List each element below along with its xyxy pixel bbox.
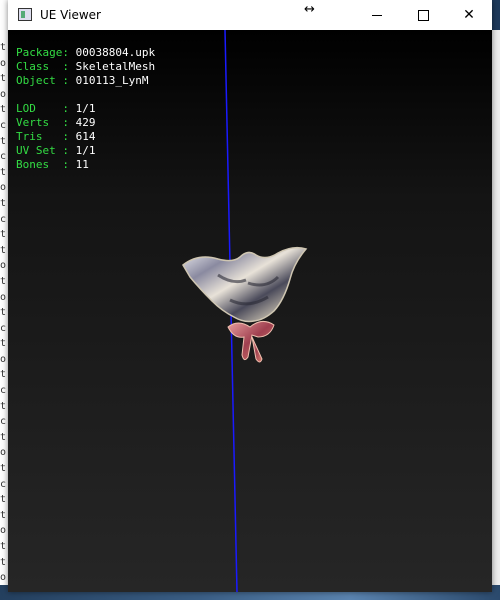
minimize-button[interactable] <box>354 0 400 30</box>
info-row-info_top-2: Object : 010113_LynM <box>16 74 155 88</box>
maximize-icon <box>417 9 429 21</box>
info-label: Class : <box>16 60 76 73</box>
info-row-info_top-1: Class : SkeletalMesh <box>16 60 155 74</box>
title-bar[interactable]: UE Viewer ↔ ✕ <box>8 0 492 30</box>
info-row-info_stats-0: LOD : 1/1 <box>16 102 155 116</box>
info-value: 1/1 <box>75 102 96 115</box>
app-icon[interactable] <box>18 8 32 21</box>
info-row-info_stats-4: Bones : 11 <box>16 158 155 172</box>
background-char: o <box>0 182 7 194</box>
3d-viewport[interactable]: Package: 00038804.upk Class : SkeletalMes… <box>8 30 492 592</box>
background-char: t <box>0 244 7 256</box>
mesh-model[interactable] <box>178 245 328 405</box>
background-char: t <box>0 104 7 116</box>
background-char: c <box>0 322 7 334</box>
background-char: t <box>0 197 7 209</box>
info-value: 429 <box>75 116 96 129</box>
info-label: UV Set : <box>16 144 76 157</box>
background-char: t <box>0 431 7 443</box>
minimize-icon <box>372 14 382 16</box>
background-char: t <box>0 42 7 53</box>
background-char: o <box>0 525 7 537</box>
background-char: c <box>0 478 7 490</box>
close-button[interactable]: ✕ <box>446 0 492 30</box>
background-char: c <box>0 385 7 397</box>
info-value: 614 <box>75 130 96 143</box>
window-title: UE Viewer <box>40 8 101 22</box>
info-value: SkeletalMesh <box>75 60 156 73</box>
close-icon: ✕ <box>463 7 475 23</box>
background-char: c <box>0 416 7 428</box>
background-char: t <box>0 307 7 319</box>
maximize-button[interactable] <box>400 0 446 30</box>
background-char: t <box>0 541 7 552</box>
info-label: Object : <box>16 74 76 87</box>
info-label: Bones : <box>16 158 76 171</box>
background-char: o <box>0 572 7 584</box>
background-char: t <box>0 135 7 147</box>
info-label: Verts : <box>16 116 76 129</box>
background-char: t <box>0 369 7 381</box>
background-char: t <box>0 463 7 475</box>
info-row-info_stats-2: Tris : 614 <box>16 130 155 144</box>
info-value: 1/1 <box>75 144 96 157</box>
background-char: c <box>0 119 7 131</box>
background-char: o <box>0 88 7 100</box>
resize-cursor-icon: ↔ <box>304 2 315 17</box>
info-row-info_top-0: Package: 00038804.upk <box>16 46 155 60</box>
background-char: o <box>0 57 7 69</box>
background-char: t <box>0 275 7 287</box>
info-value: 00038804.upk <box>75 46 156 59</box>
background-char: t <box>0 556 7 568</box>
info-label: Tris : <box>16 130 76 143</box>
info-label: Package: <box>16 46 76 59</box>
background-right-strip <box>492 30 500 600</box>
mesh-info-overlay: Package: 00038804.upk Class : SkeletalMes… <box>16 46 155 172</box>
background-char: t <box>0 73 7 85</box>
background-char: c <box>0 151 7 163</box>
background-char: o <box>0 447 7 459</box>
background-text-column: tototctctotcttototctotctctotcttotto <box>0 40 8 586</box>
background-char: o <box>0 260 7 272</box>
ue-viewer-window: UE Viewer ↔ ✕ Package: 00038804.upk Class… <box>8 0 492 592</box>
background-char: t <box>0 509 7 521</box>
background-char: t <box>0 229 7 241</box>
background-char: t <box>0 400 7 412</box>
info-label: LOD : <box>16 102 76 115</box>
background-char: o <box>0 291 7 303</box>
background-char: o <box>0 353 7 365</box>
info-row-info_stats-3: UV Set : 1/1 <box>16 144 155 158</box>
background-char: c <box>0 213 7 225</box>
info-row-info_stats-1: Verts : 429 <box>16 116 155 130</box>
background-char: t <box>0 338 7 350</box>
info-value: 11 <box>75 158 89 171</box>
background-char: t <box>0 494 7 506</box>
info-value: 010113_LynM <box>75 74 149 87</box>
background-char: t <box>0 166 7 178</box>
